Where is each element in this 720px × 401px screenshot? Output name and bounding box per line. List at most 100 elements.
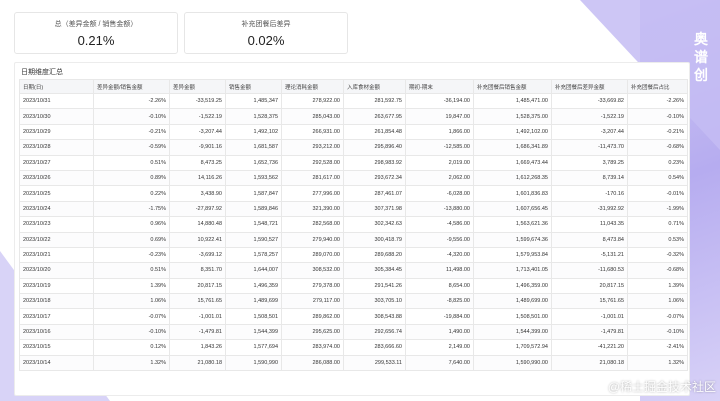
table-cell: 0.53% <box>627 231 688 248</box>
table-cell: 20,817.15 <box>551 277 628 295</box>
table-row[interactable]: 2023/10/27 0.51% 8,473.25 1,652,736 292,528.… <box>19 154 688 171</box>
table-header-row: 日期(日) 差异金额/销售金额 差异金额 销售金额 理论消耗金额 入库食材金额 期初-期末补… <box>19 79 688 94</box>
table-cell: -8,825.00 <box>405 293 474 310</box>
table-cell: 1,544,399.00 <box>473 323 552 341</box>
table-cell: 14,880.48 <box>169 216 226 233</box>
table-cell: -0.32% <box>627 246 688 264</box>
table-cell: 1,579,953.84 <box>473 246 552 264</box>
table-cell: 1.06% <box>627 293 688 310</box>
table-row[interactable]: 2023/10/21 -0.23% -3,699.12 1,578,257 289,07… <box>19 246 688 264</box>
table-cell: -31,992.92 <box>551 200 628 218</box>
date-cell: 2023/10/30 <box>19 108 94 125</box>
table-cell: -0.23% <box>93 246 170 264</box>
table-cell: 277,996.00 <box>281 185 344 202</box>
table-cell: 0.22% <box>93 185 170 202</box>
column-header[interactable]: 日期(日) <box>19 79 94 94</box>
table-cell: 0.51% <box>93 262 170 279</box>
table-cell: 1,669,473.44 <box>473 154 552 171</box>
table-cell: -0.10% <box>627 323 688 341</box>
table-cell: 7,640.00 <box>405 354 474 372</box>
table-cell: 1,590,990 <box>225 354 282 372</box>
table-cell: 261,854.48 <box>343 123 406 141</box>
table-cell: 11,043.35 <box>551 216 628 233</box>
table-cell: 321,390.00 <box>281 200 344 218</box>
table-row[interactable]: 2023/10/17 -0.07% -1,001.01 1,508,501 289,86… <box>19 308 688 325</box>
table-row[interactable]: 2023/10/18 1.06% 15,761.65 1,489,699 279,117… <box>19 293 688 310</box>
column-header[interactable]: 补充团餐后差异金额 <box>551 79 628 94</box>
table-row[interactable]: 2023/10/19 1.39% 20,817.15 1,496,359 279,378… <box>19 277 688 295</box>
table-cell: 282,568.00 <box>281 216 344 233</box>
table-cell: -170.16 <box>551 185 628 202</box>
column-header[interactable]: 补充团餐后销售金额 <box>473 79 552 94</box>
table-cell: 1,686,341.89 <box>473 139 552 156</box>
table-cell: 0.51% <box>93 154 170 171</box>
column-header[interactable]: 补充团餐后占比 <box>627 79 688 94</box>
date-cell: 2023/10/17 <box>19 308 94 325</box>
table-cell: 1,589,846 <box>225 200 282 218</box>
table-cell: -0.01% <box>627 185 688 202</box>
table-row[interactable]: 2023/10/30 -0.10% -1,522.19 1,528,375 285,04… <box>19 108 688 125</box>
table-cell: -41,221.20 <box>551 339 628 356</box>
table-cell: -1.99% <box>627 200 688 218</box>
table-row[interactable]: 2023/10/23 0.96% 14,880.48 1,548,721 282,568… <box>19 216 688 233</box>
table-cell: 305,384.45 <box>343 262 406 279</box>
summary-card-total-diff: 总（差异金额 / 销售金额） 0.21% <box>14 12 178 54</box>
table-row[interactable]: 2023/10/20 0.51% 8,351.70 1,644,007 308,532.… <box>19 262 688 279</box>
table-cell: 0.89% <box>93 169 170 187</box>
summary-card-value: 0.21% <box>77 33 115 48</box>
table-row[interactable]: 2023/10/29 -0.21% -3,207.44 1,492,102 266,93… <box>19 123 688 141</box>
table-cell: 303,705.10 <box>343 293 406 310</box>
table-row[interactable]: 2023/10/15 0.12% 1,843.26 1,577,694 283,974.… <box>19 339 688 356</box>
juejin-logo-icon <box>593 381 605 392</box>
table-cell: 1,578,257 <box>225 246 282 264</box>
table-cell: 1,492,102 <box>225 123 282 141</box>
table-cell: 281,617.00 <box>281 169 344 187</box>
table-cell: 0.54% <box>627 169 688 187</box>
table-cell: 1,612,268.35 <box>473 169 552 187</box>
column-header[interactable]: 期初-期末 <box>405 79 474 94</box>
column-header[interactable]: 理论消耗金额 <box>281 79 344 94</box>
table-cell: 1,496,359.00 <box>473 277 552 295</box>
table-row[interactable]: 2023/10/26 0.89% 14,116.26 1,593,562 281,617… <box>19 169 688 187</box>
table-cell: 1,490.00 <box>405 323 474 341</box>
table-cell: 293,672.34 <box>343 169 406 187</box>
summary-row: 总（差异金额 / 销售金额） 0.21% 补充团餐后差异 0.02% <box>14 12 348 54</box>
table-cell: 1,485,471.00 <box>473 92 552 110</box>
table-cell: -11,680.53 <box>551 262 628 279</box>
table-cell: 299,533.11 <box>343 354 406 372</box>
table-row[interactable]: 2023/10/14 1.32% 21,080.18 1,590,990 286,088… <box>19 354 688 372</box>
table-cell: 0.71% <box>627 216 688 233</box>
table-cell: 21,080.18 <box>169 354 226 372</box>
table-cell: 8,351.70 <box>169 262 226 279</box>
table-cell: 15,761.65 <box>551 293 628 310</box>
table-cell: 1,599,674.36 <box>473 231 552 248</box>
table-cell: 1,563,621.36 <box>473 216 552 233</box>
table-cell: -9,556.00 <box>405 231 474 248</box>
watermark: @稀土掘金技术社区 <box>593 378 716 395</box>
column-header[interactable]: 入库食材金额 <box>343 79 406 94</box>
table-cell: 8,739.14 <box>551 169 628 187</box>
table-cell: -4,586.00 <box>405 216 474 233</box>
table-row[interactable]: 2023/10/31 -2.26% -33,519.25 1,485,347 278,9… <box>19 92 688 110</box>
column-header[interactable]: 销售金额 <box>225 79 282 94</box>
date-cell: 2023/10/22 <box>19 231 94 248</box>
table-cell: 1,843.26 <box>169 339 226 356</box>
table-cell: -0.07% <box>93 308 170 325</box>
table-cell: 1,577,694 <box>225 339 282 356</box>
column-header[interactable]: 差异金额 <box>169 79 226 94</box>
column-header[interactable]: 差异金额/销售金额 <box>93 79 170 94</box>
table-row[interactable]: 2023/10/22 0.69% 10,922.41 1,590,527 279,940… <box>19 231 688 248</box>
table-cell: 1,496,359 <box>225 277 282 295</box>
table-row[interactable]: 2023/10/25 0.22% 3,438.90 1,587,847 277,996.… <box>19 185 688 202</box>
table-cell: -33,669.82 <box>551 92 628 110</box>
table-cell: -1,479.81 <box>551 323 628 341</box>
table-cell: -0.21% <box>627 123 688 141</box>
table-row[interactable]: 2023/10/16 -0.10% -1,479.81 1,544,399 295,62… <box>19 323 688 341</box>
table-cell: -3,699.12 <box>169 246 226 264</box>
table-cell: 279,117.00 <box>281 293 344 310</box>
table-row[interactable]: 2023/10/28 -0.59% -9,901.16 1,681,587 293,21… <box>19 139 688 156</box>
date-cell: 2023/10/15 <box>19 339 94 356</box>
table-row[interactable]: 2023/10/24 -1.75% -27,897.92 1,589,846 321,3… <box>19 200 688 218</box>
table-cell: 1,866.00 <box>405 123 474 141</box>
summary-card-value: 0.02% <box>247 33 285 48</box>
